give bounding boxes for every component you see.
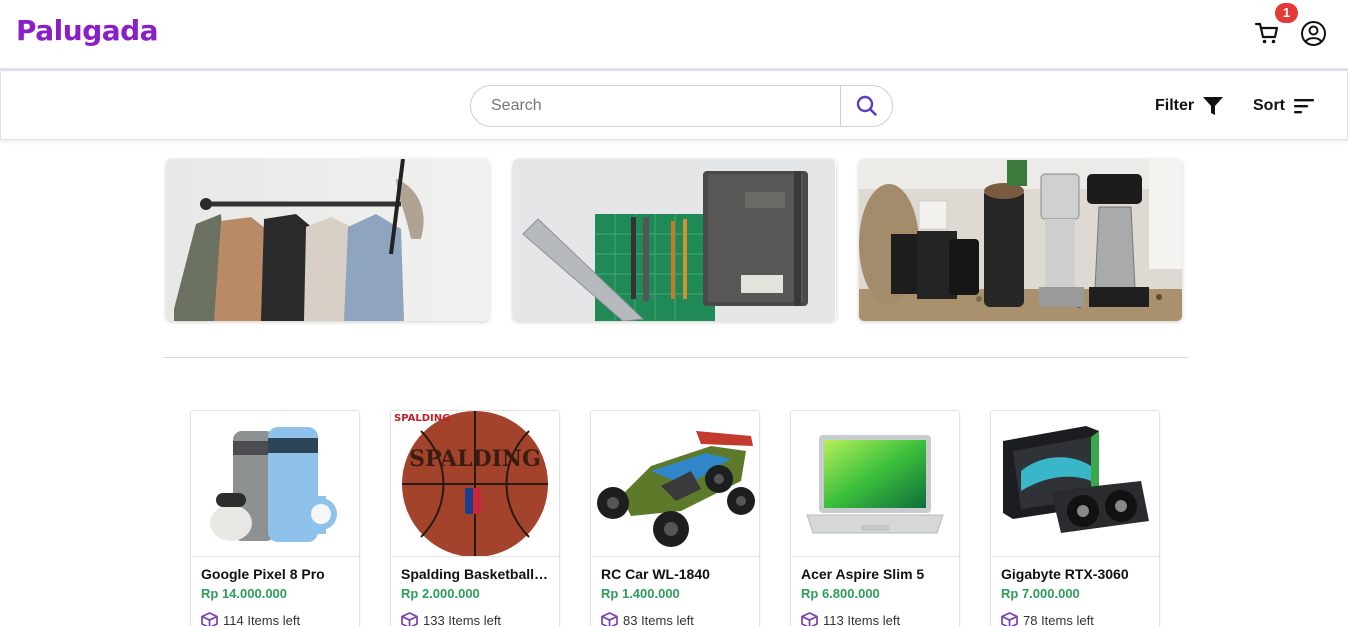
product-name: Acer Aspire Slim 5 — [801, 566, 925, 582]
product-name: Google Pixel 8 Pro — [201, 566, 325, 582]
pixel-phone-image — [191, 411, 359, 556]
product-card[interactable]: Google Pixel 8 Pro Rp 14.000.000 114 Ite… — [190, 410, 360, 626]
search-icon — [856, 95, 877, 116]
search-input[interactable] — [471, 86, 840, 126]
product-stock: 113 Items left — [801, 612, 900, 626]
product-image: SPALDING SPALDING — [391, 411, 559, 557]
search-box — [470, 85, 893, 127]
svg-text:SPALDING: SPALDING — [409, 446, 541, 472]
sort-button[interactable]: Sort — [1253, 95, 1315, 117]
logo[interactable]: Palugada — [16, 14, 159, 47]
product-price: Rp 1.400.000 — [601, 586, 680, 601]
box-icon — [801, 612, 818, 626]
product-price: Rp 6.800.000 — [801, 586, 880, 601]
box-icon — [1001, 612, 1018, 626]
product-card[interactable]: Gigabyte RTX-3060 Rp 7.000.000 78 Items … — [990, 410, 1160, 626]
product-card[interactable]: RC Car WL-1840 Rp 1.400.000 83 Items lef… — [590, 410, 760, 626]
section-divider — [163, 357, 1188, 358]
product-name: Gigabyte RTX-3060 — [1001, 566, 1129, 582]
product-card[interactable]: SPALDING SPALDING Spalding Basketball NB… — [390, 410, 560, 626]
product-stock: 78 Items left — [1001, 612, 1094, 626]
category-banner-clothing[interactable] — [166, 159, 489, 321]
product-card[interactable]: Acer Aspire Slim 5 Rp 6.800.000 113 Item… — [790, 410, 960, 626]
product-price: Rp 2.000.000 — [401, 586, 480, 601]
stock-label: 83 Items left — [623, 612, 694, 626]
filter-label: Filter — [1155, 97, 1195, 114]
clothing-rack-image — [166, 159, 489, 321]
sort-lines-icon — [1294, 99, 1314, 114]
stock-label: 113 Items left — [823, 612, 901, 626]
graphics-card-image — [991, 411, 1159, 556]
stock-label: 133 Items left — [423, 612, 502, 626]
box-icon — [401, 612, 418, 626]
product-image — [991, 411, 1159, 557]
sort-label: Sort — [1253, 97, 1285, 114]
rc-car-image — [591, 411, 759, 556]
product-price: Rp 7.000.000 — [1001, 586, 1080, 601]
stock-label: 78 Items left — [1023, 612, 1094, 626]
box-icon — [601, 612, 618, 626]
filter-button[interactable]: Filter — [1155, 95, 1224, 117]
svg-text:SPALDING: SPALDING — [394, 413, 450, 424]
cart-icon[interactable] — [1254, 20, 1280, 46]
category-banner-stationery[interactable] — [513, 159, 836, 321]
coffee-equipment-image — [859, 159, 1182, 321]
stock-label: 114 Items left — [223, 612, 301, 626]
basketball-image: SPALDING SPALDING — [391, 411, 559, 556]
user-account-icon[interactable] — [1300, 20, 1327, 47]
product-name: RC Car WL-1840 — [601, 566, 710, 582]
product-image — [791, 411, 959, 557]
stationery-image — [513, 159, 835, 321]
cart-count-badge: 1 — [1275, 3, 1298, 23]
laptop-image — [791, 411, 959, 556]
category-banner-coffee[interactable] — [859, 159, 1182, 321]
product-name: Spalding Basketball NBA — [401, 566, 551, 582]
product-stock: 133 Items left — [401, 612, 501, 626]
search-toolbar: Filter Sort — [0, 70, 1348, 140]
product-price: Rp 14.000.000 — [201, 586, 288, 601]
product-image — [191, 411, 359, 557]
top-header: Palugada 1 — [0, 0, 1348, 70]
box-icon — [201, 612, 218, 626]
filter-funnel-icon — [1203, 97, 1224, 115]
search-button[interactable] — [840, 86, 892, 126]
product-image — [591, 411, 759, 557]
product-stock: 114 Items left — [201, 612, 300, 626]
product-stock: 83 Items left — [601, 612, 694, 626]
